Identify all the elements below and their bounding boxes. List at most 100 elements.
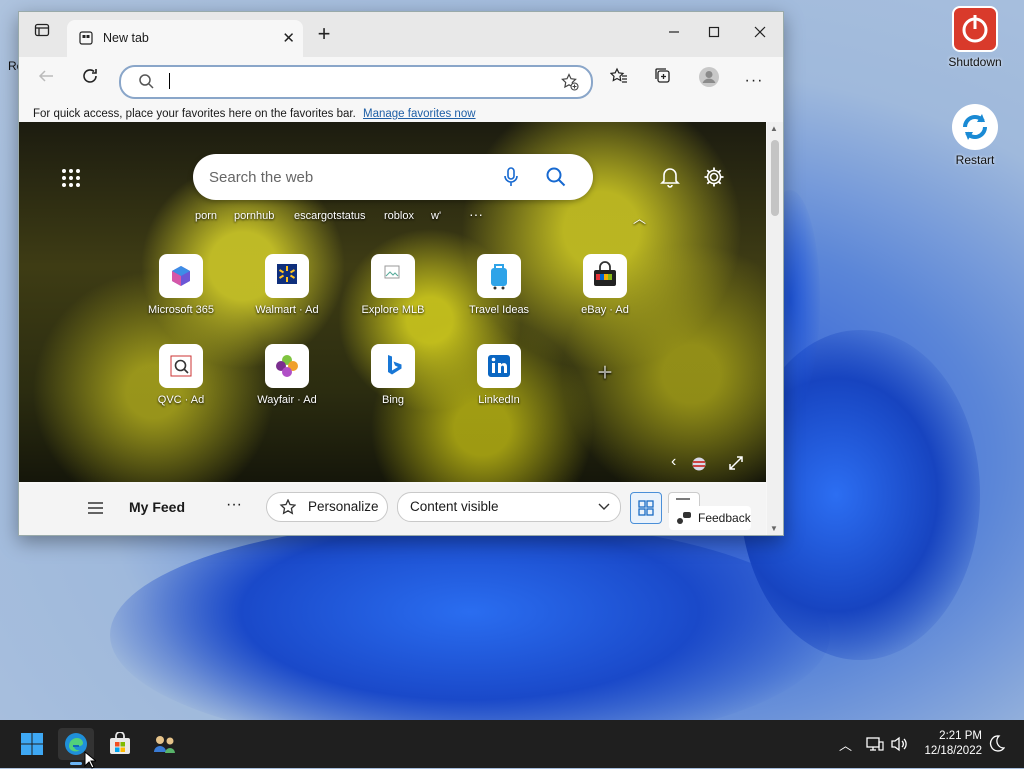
new-tab-page-icon — [79, 31, 93, 45]
collections-button[interactable] — [648, 66, 678, 96]
search-icon — [139, 74, 154, 89]
quick-link-label: Explore MLB — [361, 304, 425, 316]
quick-link-linkedin[interactable]: LinkedIn — [459, 344, 539, 406]
quick-link-label: Bing — [381, 394, 405, 406]
minimize-button[interactable] — [659, 19, 689, 49]
content-visibility-select[interactable]: Content visible — [397, 492, 621, 522]
feed-title[interactable]: My Feed — [129, 499, 185, 515]
taskbar: ︿ 2:21 PM 12/18/2022 — [0, 720, 1024, 769]
personalize-label: Personalize — [308, 499, 379, 514]
m365-icon — [159, 254, 203, 298]
scrollbar-thumb[interactable] — [771, 140, 779, 216]
personalize-button[interactable]: Personalize — [266, 492, 388, 522]
chevron-left-icon[interactable]: ‹ — [671, 453, 676, 471]
quick-link-label: Travel Ideas — [468, 304, 530, 316]
quick-link-ebay[interactable]: eBay · Ad — [565, 254, 645, 316]
favorites-button[interactable] — [604, 66, 634, 96]
quick-link-label: LinkedIn — [478, 394, 520, 406]
settings-more-button[interactable]: ··· — [739, 66, 769, 96]
trending-more-icon[interactable]: ··· — [469, 206, 483, 222]
trending-link[interactable]: w' — [431, 210, 441, 222]
favorites-star-icon — [609, 67, 627, 83]
network-icon[interactable] — [866, 736, 884, 752]
manage-favorites-link[interactable]: Manage favorites now — [363, 108, 476, 120]
tab-close-icon[interactable]: ✕ — [282, 29, 295, 47]
maximize-button[interactable] — [699, 19, 729, 49]
quick-link-label: Wayfair · Ad — [257, 394, 317, 406]
windows-logo-icon — [21, 733, 43, 755]
tab-new-tab[interactable]: New tab ✕ — [67, 20, 303, 57]
focus-assist-moon-icon[interactable] — [989, 735, 1005, 753]
taskbar-people-app-button[interactable] — [146, 728, 182, 760]
text-cursor — [169, 73, 170, 89]
quick-link-wayfair[interactable]: Wayfair · Ad — [247, 344, 327, 406]
region-flag-icon[interactable] — [692, 457, 706, 471]
quick-link-microsoft-365[interactable]: Microsoft 365 — [141, 254, 221, 316]
new-tab-button[interactable]: + — [309, 19, 339, 49]
trending-link[interactable]: porn — [195, 210, 217, 222]
profile-button[interactable] — [694, 66, 724, 96]
desktop-icon-label: Restart — [955, 153, 995, 167]
back-button[interactable] — [31, 66, 61, 96]
quick-link-walmart[interactable]: Walmart · Ad — [247, 254, 327, 316]
tab-title: New tab — [103, 31, 149, 45]
people-app-icon — [154, 736, 175, 753]
feedback-label: Feedback — [698, 511, 751, 525]
walmart-icon — [265, 254, 309, 298]
add-quick-link-button[interactable]: + — [565, 357, 645, 388]
desktop-icon-restart[interactable]: Restart — [943, 104, 1007, 167]
close-window-button[interactable] — [745, 19, 775, 49]
microsoft-store-icon — [110, 732, 130, 754]
wallpaper-bloom — [110, 520, 830, 750]
page-settings-gear-icon[interactable] — [703, 166, 725, 188]
profile-avatar-icon — [699, 67, 719, 87]
vertical-scrollbar[interactable]: ▲ ▼ — [767, 122, 783, 535]
restart-icon — [952, 104, 998, 150]
refresh-button[interactable] — [75, 66, 105, 96]
notifications-bell-icon[interactable] — [660, 166, 680, 188]
qvc-icon — [159, 344, 203, 388]
desktop-icon-shutdown[interactable]: Shutdown — [943, 6, 1007, 69]
quick-link-qvc[interactable]: QVC · Ad — [141, 344, 221, 406]
desktop-icon-label: Shutdown — [948, 55, 1002, 69]
trending-link[interactable]: pornhub — [234, 210, 274, 222]
clock-date: 12/18/2022 — [924, 745, 982, 757]
expand-icon[interactable] — [729, 456, 743, 470]
search-icon[interactable] — [546, 167, 566, 187]
microphone-icon[interactable] — [503, 167, 519, 187]
address-bar[interactable] — [119, 65, 593, 99]
feedback-button[interactable]: Feedback — [669, 506, 751, 530]
web-search-box[interactable]: Search the web — [193, 154, 593, 200]
quick-link-explore-mlb[interactable]: Explore MLB — [353, 254, 433, 316]
system-clock[interactable]: 2:21 PM 12/18/2022 — [924, 729, 982, 759]
feedback-person-icon — [677, 512, 691, 524]
collapse-chevron-icon[interactable]: ︿ — [633, 208, 646, 227]
quick-link-bing[interactable]: Bing — [353, 344, 433, 406]
taskbar-store-button[interactable] — [102, 728, 138, 760]
trending-link[interactable]: roblox — [384, 210, 414, 222]
scroll-up-arrow-icon[interactable]: ▲ — [770, 124, 778, 133]
feed-toolbar: My Feed ··· Personalize Content visible … — [19, 484, 766, 535]
add-favorite-icon[interactable] — [561, 73, 579, 91]
scroll-down-arrow-icon[interactable]: ▼ — [770, 524, 778, 533]
start-button[interactable] — [14, 728, 50, 760]
show-hidden-icons-chevron-icon[interactable]: ︿ — [839, 735, 852, 754]
hamburger-menu-icon[interactable] — [87, 501, 104, 515]
close-icon — [754, 26, 766, 38]
refresh-icon — [83, 69, 97, 83]
bing-icon — [371, 344, 415, 388]
apps-grid-icon[interactable] — [61, 168, 81, 188]
grid-layout-button[interactable] — [630, 492, 662, 524]
chevron-down-icon — [598, 503, 610, 510]
volume-icon[interactable] — [891, 736, 909, 752]
background-image: Search the web porn pornhub escargotstat… — [19, 122, 766, 482]
quick-link-label: QVC · Ad — [157, 394, 205, 406]
shutdown-icon — [952, 6, 998, 52]
trending-link[interactable]: escargotstatus — [294, 210, 366, 222]
title-bar: New tab ✕ + — [19, 12, 783, 57]
tab-actions-button[interactable] — [27, 19, 57, 49]
feed-more-icon[interactable]: ··· — [226, 496, 242, 514]
ebay-icon — [583, 254, 627, 298]
quick-link-label: eBay · Ad — [581, 304, 629, 316]
quick-link-travel-ideas[interactable]: Travel Ideas — [459, 254, 539, 316]
